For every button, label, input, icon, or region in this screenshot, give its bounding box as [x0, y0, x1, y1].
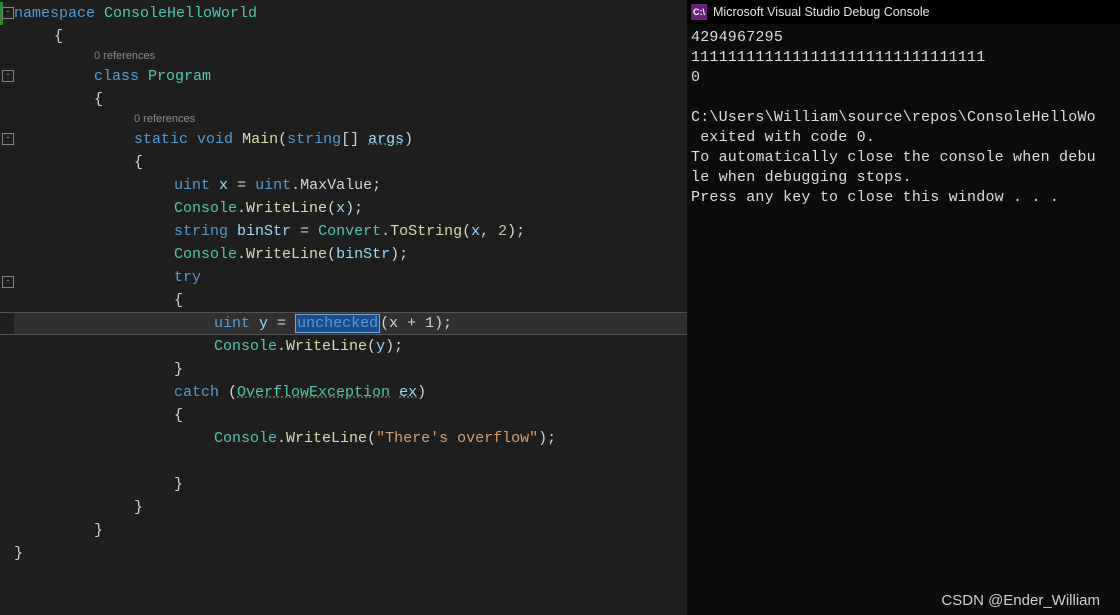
code-line[interactable]: Console.WriteLine(x);: [14, 197, 687, 220]
keyword: uint: [255, 177, 291, 194]
code-line[interactable]: }: [14, 358, 687, 381]
type: OverflowException: [237, 384, 390, 401]
code-area[interactable]: namespace ConsoleHelloWorld { 0 referenc…: [14, 0, 687, 615]
debug-console-window[interactable]: C:\ Microsoft Visual Studio Debug Consol…: [687, 0, 1120, 615]
codelens[interactable]: 0 references: [14, 48, 687, 65]
keyword: void: [197, 131, 233, 148]
code-line[interactable]: {: [14, 25, 687, 48]
code-line[interactable]: Console.WriteLine(binStr);: [14, 243, 687, 266]
code-line[interactable]: }: [14, 519, 687, 542]
string-literal: "There's overflow": [376, 430, 538, 447]
keyword: catch: [174, 384, 219, 401]
console-line: 0: [691, 69, 700, 86]
code-line[interactable]: {: [14, 151, 687, 174]
code-line[interactable]: string binStr = Convert.ToString(x, 2);: [14, 220, 687, 243]
keyword: try: [174, 269, 201, 286]
var: binStr: [237, 223, 291, 240]
console-title-bar[interactable]: C:\ Microsoft Visual Studio Debug Consol…: [687, 0, 1120, 24]
fold-toggle[interactable]: -: [2, 70, 14, 82]
keyword: namespace: [14, 5, 95, 22]
fold-toggle[interactable]: -: [2, 133, 14, 145]
code-line[interactable]: static void Main(string[] args): [14, 128, 687, 151]
code-line[interactable]: {: [14, 289, 687, 312]
method: Main: [242, 131, 278, 148]
brace: {: [54, 28, 63, 45]
member: MaxValue: [300, 177, 372, 194]
type: Console: [174, 200, 237, 217]
console-output[interactable]: 4294967295 11111111111111111111111111111…: [687, 24, 1120, 212]
code-line[interactable]: {: [14, 404, 687, 427]
code-line[interactable]: {: [14, 88, 687, 111]
keyword: static: [134, 131, 188, 148]
number: 2: [498, 223, 507, 240]
var: x: [219, 177, 228, 194]
type: Program: [148, 68, 211, 85]
console-line: C:\Users\William\source\repos\ConsoleHel…: [691, 109, 1096, 126]
console-line: exited with code 0.: [691, 129, 875, 146]
selected-keyword: unchecked: [295, 315, 380, 332]
keyword: uint: [174, 177, 210, 194]
code-line[interactable]: uint x = uint.MaxValue;: [14, 174, 687, 197]
code-line[interactable]: [14, 450, 687, 473]
code-line[interactable]: }: [14, 496, 687, 519]
codelens[interactable]: 0 references: [14, 111, 687, 128]
console-title: Microsoft Visual Studio Debug Console: [713, 5, 930, 19]
console-app-icon: C:\: [691, 4, 707, 20]
var: ex: [399, 384, 417, 401]
code-line[interactable]: namespace ConsoleHelloWorld: [14, 2, 687, 25]
fold-toggle[interactable]: -: [2, 276, 14, 288]
param: args: [368, 131, 404, 148]
console-line: Press any key to close this window . . .: [691, 189, 1059, 206]
console-line: 4294967295: [691, 29, 783, 46]
method: ToString: [390, 223, 462, 240]
console-line: To automatically close the console when …: [691, 149, 1096, 166]
code-line[interactable]: class Program: [14, 65, 687, 88]
code-line-current[interactable]: uint y = unchecked(x + 1);: [14, 312, 687, 335]
keyword: string: [287, 131, 341, 148]
code-line[interactable]: catch (OverflowException ex): [14, 381, 687, 404]
fold-toggle[interactable]: -: [2, 7, 14, 19]
keyword: class: [94, 68, 139, 85]
code-line[interactable]: Console.WriteLine(y);: [14, 335, 687, 358]
watermark: CSDN @Ender_William: [941, 592, 1100, 609]
console-line: 11111111111111111111111111111111: [691, 49, 985, 66]
method: WriteLine: [246, 200, 327, 217]
keyword: string: [174, 223, 228, 240]
code-line[interactable]: }: [14, 473, 687, 496]
brace: {: [134, 154, 143, 171]
brace: {: [94, 91, 103, 108]
identifier: ConsoleHelloWorld: [104, 5, 257, 22]
editor-gutter: - - - -: [0, 0, 14, 615]
console-line: le when debugging stops.: [691, 169, 912, 186]
punct: [95, 5, 104, 22]
code-line[interactable]: }: [14, 542, 687, 565]
code-line[interactable]: Console.WriteLine("There's overflow");: [14, 427, 687, 450]
code-line[interactable]: try: [14, 266, 687, 289]
code-editor[interactable]: - - - - namespace ConsoleHelloWorld { 0 …: [0, 0, 687, 615]
type: Convert: [318, 223, 381, 240]
